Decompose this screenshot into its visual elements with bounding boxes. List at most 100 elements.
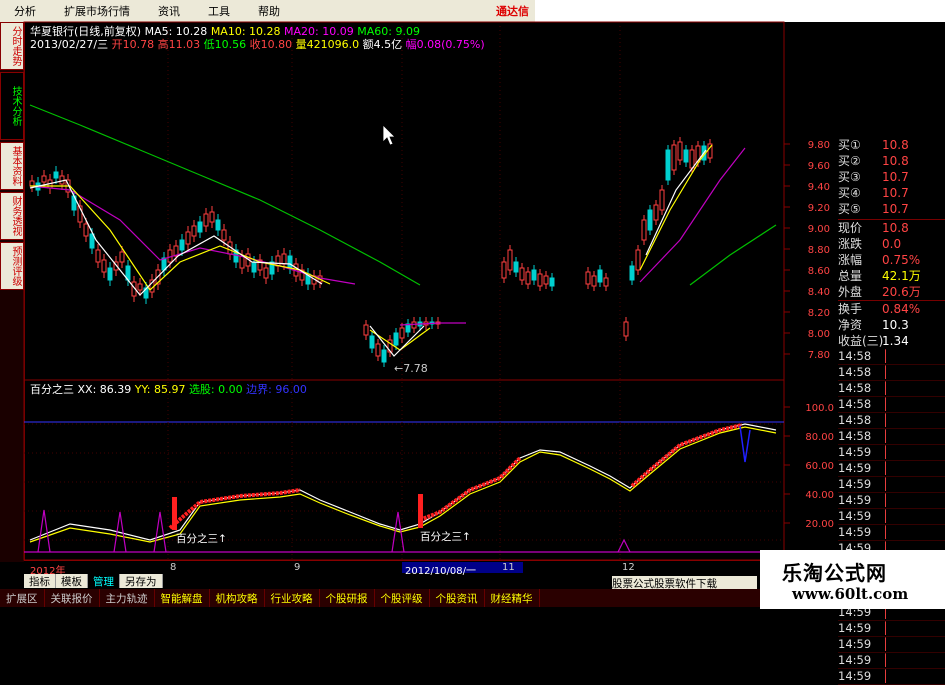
signal-label: 百分之三↑ (420, 530, 471, 543)
stat-label: 涨跌 (838, 237, 863, 251)
yy-line (29, 426, 777, 543)
open-value: 开10.78 (111, 38, 155, 51)
candle-body (525, 271, 531, 285)
chart-canvas[interactable]: 9.80 9.60 9.40 9.20 9.00 8.80 8.60 8.40 8.20 8.00… (0, 0, 945, 609)
candle-body (275, 255, 281, 267)
candle-body (603, 277, 609, 287)
indicator-tick-label: 100.0 (805, 403, 834, 414)
indicator-tick-label: 60.00 (805, 461, 834, 472)
bid-label: 买① (838, 138, 861, 152)
candle-body (659, 189, 665, 211)
stat-value: 42.1万 (882, 269, 921, 283)
bid-price: 10.7 (882, 186, 909, 200)
candle-body (185, 231, 191, 245)
tick-row: 14:59 │ (838, 445, 945, 461)
tick-price: │ (882, 365, 889, 379)
change-value: 幅0.08(0.75%) (405, 38, 485, 51)
tab-stock-rating[interactable]: 个股评级 (375, 589, 430, 607)
price-tick-label: 9.40 (808, 182, 830, 193)
bid-label: 买⑤ (838, 202, 861, 216)
price-tick-label: 7.80 (808, 350, 830, 361)
ad-marquee[interactable]: 股票公式股票软件下载 (612, 576, 757, 589)
candle-body (381, 349, 387, 363)
chart-frame (23, 21, 785, 561)
candle-body (281, 253, 287, 265)
candle-body (203, 213, 209, 227)
tab-stock-report[interactable]: 个股研报 (320, 589, 375, 607)
tick-time: 14:58 (838, 397, 872, 411)
stat-label: 外盘 (838, 285, 863, 299)
tab-industry[interactable]: 行业攻略 (265, 589, 320, 607)
bid-row: 买⑤ 10.7 (838, 201, 945, 217)
tab-smart-analysis[interactable]: 智能解盘 (155, 589, 210, 607)
tab-related-quote[interactable]: 关联报价 (45, 589, 100, 607)
price-tick-label: 9.20 (808, 203, 830, 214)
stat-row: 总量 42.1万 (838, 268, 945, 284)
candle-body (585, 271, 591, 285)
candle-body (519, 267, 525, 281)
price-tick-label: 8.00 (808, 329, 830, 340)
indicator-pick: 选股: 0.00 (188, 383, 243, 396)
stat-row: 换手 0.84% (838, 300, 945, 317)
stat-row: 涨跌 0.0 (838, 236, 945, 252)
stat-row: 收益(三) 1.34 (838, 333, 945, 349)
tick-time: 14:59 (838, 525, 872, 539)
bid-price: 10.7 (882, 202, 909, 216)
candle-body (41, 175, 47, 183)
candle-body (671, 144, 677, 171)
price-tick-label: 9.00 (808, 224, 830, 235)
tab-institution[interactable]: 机构攻略 (210, 589, 265, 607)
tab-template[interactable]: 模板 (56, 574, 88, 588)
bid-label: 买③ (838, 170, 861, 184)
candle-body (197, 221, 203, 233)
tick-price: │ (882, 669, 889, 683)
ma60-line (689, 224, 777, 286)
stat-value: 10.3 (882, 318, 909, 332)
candle-body (531, 269, 537, 281)
min-price-label: ←7.78 (394, 362, 428, 375)
candle-body (597, 269, 603, 283)
tick-time: 14:59 (838, 669, 872, 683)
stat-value: 20.6万 (882, 285, 921, 299)
bid-row: 买② 10.8 (838, 153, 945, 169)
stat-row: 外盘 20.6万 (838, 284, 945, 300)
signal-spike (37, 509, 51, 553)
tick-time: 14:59 (838, 461, 872, 475)
amount-value: 额4.5亿 (362, 38, 403, 51)
indicator-yy: YY: 85.97 (134, 383, 186, 396)
candle-body (641, 219, 647, 241)
tick-time: 14:59 (838, 477, 872, 491)
tab-manage[interactable]: 管理 (88, 574, 120, 588)
candle-body (549, 277, 555, 287)
tick-time: 14:59 (838, 493, 872, 507)
tab-indicator[interactable]: 指标 (24, 574, 56, 588)
candle-body (179, 239, 185, 251)
date-axis: 2012年 8 9 2012/10/08/一 11 12 (24, 560, 784, 577)
bid-row: 买③ 10.7 (838, 169, 945, 185)
tab-ext-area[interactable]: 扩展区 (0, 589, 45, 607)
stat-value: 0.75% (882, 253, 921, 267)
watermark-url: www.60lt.com (792, 585, 909, 603)
tab-finance-digest[interactable]: 财经精华 (485, 589, 540, 607)
price-tick-label: 8.20 (808, 308, 830, 319)
candle-body (375, 343, 381, 357)
buy-signal-bar (172, 497, 177, 530)
tab-stock-news[interactable]: 个股资讯 (430, 589, 485, 607)
tab-main-track[interactable]: 主力轨迹 (100, 589, 155, 607)
candle-body (209, 211, 215, 223)
tick-price: │ (882, 525, 889, 539)
stat-label: 净资 (838, 318, 863, 332)
axis-dec: 12 (622, 562, 635, 573)
candle-body (501, 261, 507, 279)
mouse-cursor-icon (382, 124, 396, 146)
tick-time: 14:58 (838, 349, 872, 363)
stat-label: 换手 (838, 302, 863, 316)
tab-save-as[interactable]: 另存为 (120, 574, 163, 588)
tick-row: 14:59 │ (838, 477, 945, 493)
tick-price: │ (882, 381, 889, 395)
tick-price: │ (882, 477, 889, 491)
chart-header-ohlc: 2013/02/27/三 开10.78 高11.03 低10.56 收10.80… (30, 36, 485, 52)
tick-price: │ (882, 349, 889, 363)
candle-body (653, 204, 659, 221)
tick-time: 14:59 (838, 445, 872, 459)
